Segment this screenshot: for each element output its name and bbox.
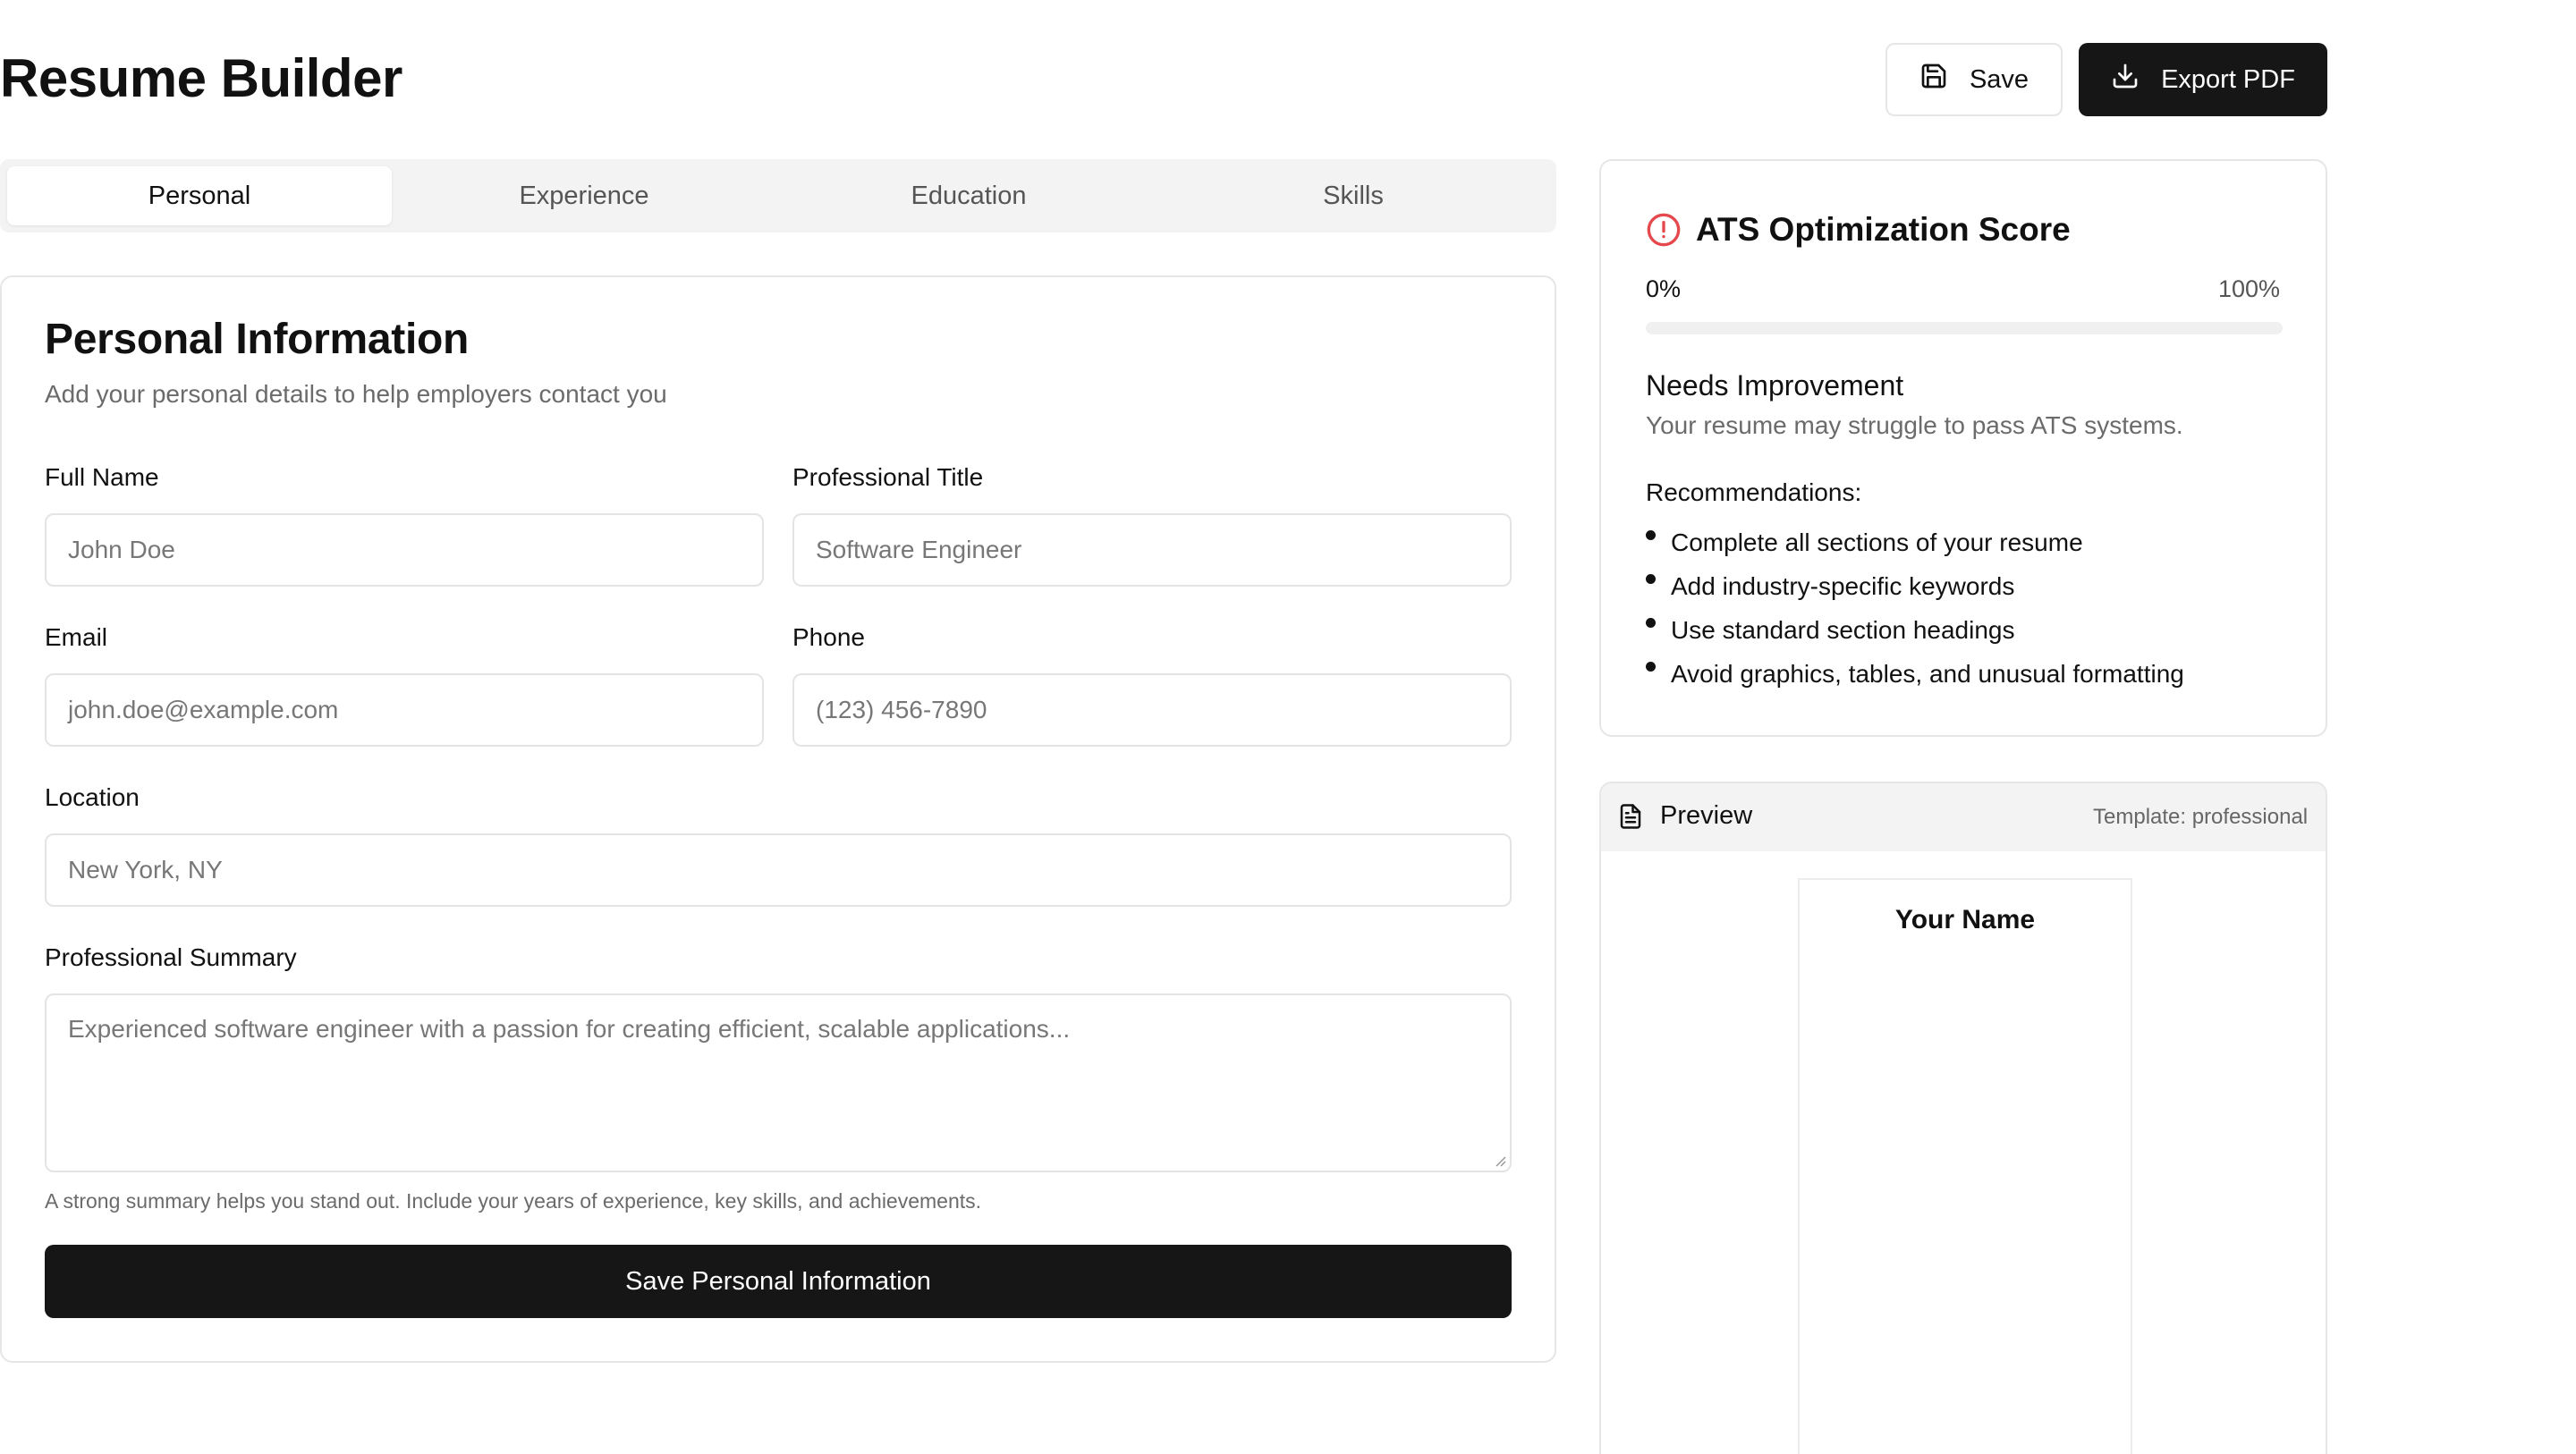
template-label: Template: professional <box>2093 805 2309 829</box>
tab-personal[interactable]: Personal <box>7 166 392 225</box>
recommendation-item: Add industry-specific keywords <box>1646 572 2014 601</box>
phone-label: Phone <box>792 623 865 651</box>
summary-placeholder: Experienced software engineer with a pas… <box>68 1015 1071 1043</box>
recommendations-heading: Recommendations: <box>1646 478 1862 506</box>
full-name-label: Full Name <box>45 463 159 491</box>
location-label: Location <box>45 783 140 811</box>
save-button-label: Save <box>1969 64 2029 94</box>
email-field[interactable]: john.doe@example.com <box>45 673 764 747</box>
download-icon <box>2111 62 2140 97</box>
save-icon <box>1919 62 1948 97</box>
resize-handle-icon[interactable] <box>1494 1154 1506 1167</box>
document-icon <box>1617 801 1644 832</box>
save-button[interactable]: Save <box>1885 43 2063 116</box>
ats-title: ATS Optimization Score <box>1696 211 2071 248</box>
score-min-label: 0% <box>1646 275 1682 302</box>
score-status-detail: Your resume may struggle to pass ATS sys… <box>1646 411 2183 439</box>
full-name-input[interactable]: John Doe <box>45 513 764 587</box>
professional-title-input[interactable]: Software Engineer <box>792 513 1512 587</box>
summary-label: Professional Summary <box>45 943 297 971</box>
score-status: Needs Improvement <box>1646 369 1904 402</box>
alert-circle-icon <box>1646 212 1682 248</box>
card-title: Personal Information <box>45 316 470 363</box>
location-field[interactable]: New York, NY <box>45 833 1512 907</box>
summary-textarea[interactable]: Experienced software engineer with a pas… <box>45 993 1512 1172</box>
page-title: Resume Builder <box>0 48 402 108</box>
score-progress-bar <box>1646 322 2283 334</box>
professional-title-label: Professional Title <box>792 463 984 491</box>
resume-preview-page <box>1798 878 2132 1454</box>
preview-name: Your Name <box>1894 905 2036 934</box>
recommendation-item: Complete all sections of your resume <box>1646 528 2083 557</box>
tab-experience[interactable]: Experience <box>392 166 776 225</box>
recommendation-item: Use standard section headings <box>1646 616 2014 645</box>
section-tabs: Personal Experience Education Skills <box>0 159 1556 232</box>
score-max-label: 100% <box>2218 275 2281 302</box>
email-label: Email <box>45 623 108 651</box>
export-pdf-button[interactable]: Export PDF <box>2079 43 2327 116</box>
phone-field[interactable]: (123) 456-7890 <box>792 673 1512 747</box>
preview-label: Preview <box>1660 801 1753 830</box>
recommendation-item: Avoid graphics, tables, and unusual form… <box>1646 660 2184 689</box>
save-personal-info-button[interactable]: Save Personal Information <box>45 1245 1512 1318</box>
tab-skills[interactable]: Skills <box>1161 166 1546 225</box>
export-pdf-label: Export PDF <box>2161 64 2295 94</box>
card-subtitle: Add your personal details to help employ… <box>45 380 667 408</box>
tab-education[interactable]: Education <box>776 166 1161 225</box>
summary-help-text: A strong summary helps you stand out. In… <box>45 1189 982 1213</box>
